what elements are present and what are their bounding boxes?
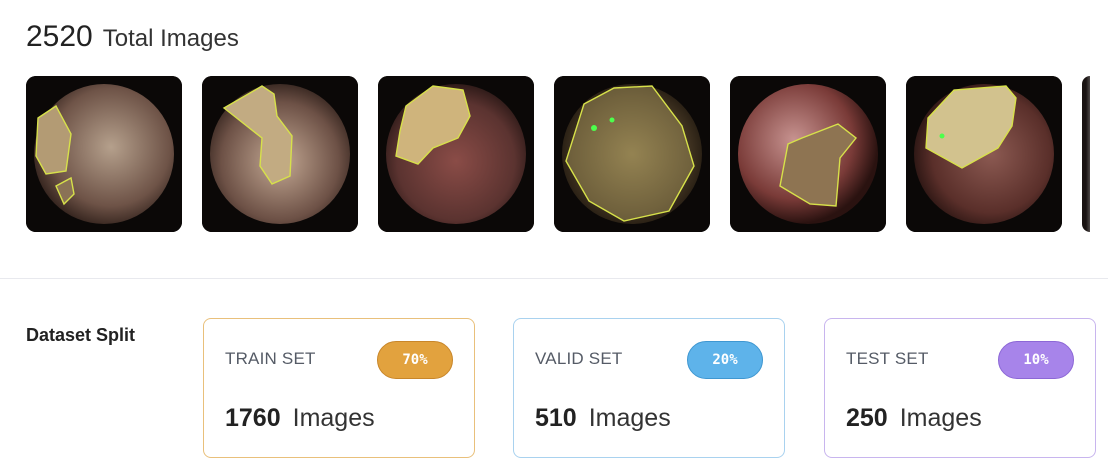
train-count-unit: Images (292, 404, 375, 432)
image-thumbnail-6[interactable] (906, 76, 1062, 232)
train-set-card: TRAIN SET 70% 1760 Images (203, 318, 475, 458)
image-thumbnail-strip[interactable] (26, 76, 1096, 232)
image-thumbnail-3[interactable] (378, 76, 534, 232)
image-thumbnail-4[interactable] (554, 76, 710, 232)
valid-set-card: VALID SET 20% 510 Images (513, 318, 785, 458)
total-images-label: Total Images (102, 25, 239, 52)
scroll-fade (1086, 76, 1108, 232)
test-count: 250 Images (846, 404, 982, 433)
total-images-header: 2520 Total Images (26, 20, 239, 54)
train-percent-badge: 70% (377, 341, 453, 379)
test-set-title: TEST SET (846, 349, 929, 368)
valid-count: 510 Images (535, 404, 671, 433)
test-count-unit: Images (899, 404, 982, 432)
image-thumbnail-5[interactable] (730, 76, 886, 232)
image-thumbnail-2[interactable] (202, 76, 358, 232)
valid-set-title: VALID SET (535, 349, 623, 368)
train-count-number: 1760 (225, 404, 281, 432)
section-divider (0, 278, 1108, 279)
valid-count-number: 510 (535, 404, 577, 432)
valid-percent-badge: 20% (687, 341, 763, 379)
test-percent-badge: 10% (998, 341, 1074, 379)
valid-count-unit: Images (588, 404, 671, 432)
train-set-title: TRAIN SET (225, 349, 316, 368)
image-thumbnail-1[interactable] (26, 76, 182, 232)
test-set-card: TEST SET 10% 250 Images (824, 318, 1096, 458)
test-count-number: 250 (846, 404, 888, 432)
total-images-count: 2520 (26, 20, 93, 53)
train-count: 1760 Images (225, 404, 375, 433)
dataset-split-label: Dataset Split (26, 325, 136, 345)
